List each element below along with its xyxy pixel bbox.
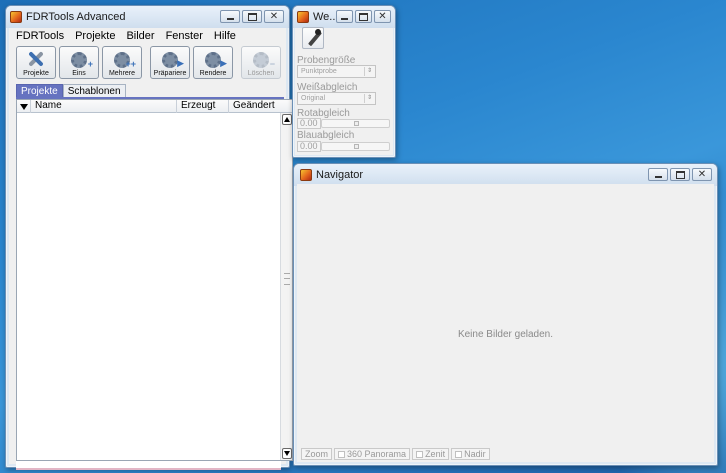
close-button[interactable]: ✕	[264, 10, 284, 23]
navigator-titlebar[interactable]: Navigator ✕	[294, 164, 717, 186]
gear-add-icon: +	[71, 52, 93, 69]
blauabgleich-field[interactable]: 0.00	[297, 141, 321, 152]
white-balance-window: We... ✕ Probengröße Punktprobe ⇕ Weißabgl…	[292, 5, 396, 158]
sort-column[interactable]	[17, 100, 31, 113]
wb-maximize-button[interactable]	[355, 10, 372, 23]
slider-thumb[interactable]	[354, 144, 359, 149]
arrow-up-icon	[284, 117, 290, 122]
status-strip	[16, 461, 281, 470]
wb-titlebar[interactable]: We... ✕	[293, 6, 395, 28]
checkbox-icon	[416, 450, 424, 458]
scroll-up-button[interactable]	[282, 114, 292, 125]
probengroesse-select[interactable]: Punktprobe ⇕	[297, 65, 376, 78]
gear-play-icon: ▶	[162, 52, 184, 68]
blauabgleich-label: Blauabgleich	[297, 130, 355, 141]
main-window: FDRTools Advanced ✕ FDRTools Projekte Bi…	[5, 5, 293, 470]
column-geaendert[interactable]: Geändert	[229, 100, 281, 113]
zenit-checkbox[interactable]: Zenit	[412, 448, 450, 460]
navigator-client: Keine Bilder geladen. Zoom 360 Panorama …	[297, 184, 714, 462]
spinner-icon: ⇕	[364, 94, 374, 103]
praepariere-button[interactable]: ▶ Präpariere	[150, 46, 190, 79]
menu-fenster[interactable]: Fenster	[166, 30, 203, 44]
navigator-maximize-button[interactable]	[670, 168, 690, 181]
menu-projekte[interactable]: Projekte	[75, 30, 115, 44]
maximize-button[interactable]	[242, 10, 262, 23]
checkbox-icon	[338, 450, 346, 458]
wb-app-icon	[297, 11, 309, 23]
rendere-button[interactable]: ▶ Rendere	[193, 46, 233, 79]
gear-multi-add-icon: ++	[114, 52, 136, 69]
navigator-app-icon	[300, 169, 312, 181]
projects-table[interactable]: Name Erzeugt Geändert	[16, 99, 293, 461]
eyedropper-button[interactable]	[302, 27, 324, 49]
fdrtools-app-icon	[10, 11, 22, 23]
rotabgleich-slider[interactable]	[321, 119, 390, 128]
navigator-title: Navigator	[316, 169, 364, 181]
arrow-down-icon	[284, 451, 290, 456]
navigator-options: Zoom 360 Panorama Zenit Nadir	[301, 448, 490, 460]
tab-schablonen[interactable]: Schablonen	[62, 84, 126, 98]
main-window-title: FDRTools Advanced	[26, 11, 126, 23]
navigator-close-button[interactable]: ✕	[692, 168, 712, 181]
toolbar: Projekte + Eins ++ Mehrere ▶ Präpariere …	[16, 46, 281, 79]
panorama-checkbox[interactable]: 360 Panorama	[334, 448, 411, 460]
table-header: Name Erzeugt Geändert	[17, 100, 292, 113]
gear-remove-icon: −	[253, 52, 275, 69]
sort-down-icon	[19, 103, 28, 110]
zoom-button[interactable]: Zoom	[301, 448, 333, 460]
loeschen-button[interactable]: − Löschen	[241, 46, 281, 79]
wb-close-button[interactable]: ✕	[374, 10, 391, 23]
checkbox-icon	[455, 450, 463, 458]
menu-bilder[interactable]: Bilder	[126, 30, 154, 44]
eins-button[interactable]: + Eins	[59, 46, 99, 79]
vertical-scrollbar[interactable]	[280, 113, 292, 460]
slider-thumb[interactable]	[354, 121, 359, 126]
wb-window-title: We...	[313, 11, 339, 23]
navigator-minimize-button[interactable]	[648, 168, 668, 181]
spinner-icon: ⇕	[364, 67, 374, 76]
menu-fdrtools[interactable]: FDRTools	[16, 30, 64, 44]
tab-strip: Projekte Schablonen	[16, 84, 126, 98]
column-name[interactable]: Name	[31, 100, 177, 113]
tab-projekte[interactable]: Projekte	[16, 84, 63, 98]
scroll-grip-icon	[284, 273, 290, 285]
projekte-button[interactable]: Projekte	[16, 46, 56, 79]
nadir-checkbox[interactable]: Nadir	[451, 448, 490, 460]
gear-render-icon: ▶	[205, 52, 227, 68]
navigator-window: Navigator ✕ Keine Bilder geladen. Zoom 3…	[293, 163, 718, 466]
menu-hilfe[interactable]: Hilfe	[214, 30, 236, 44]
minimize-button[interactable]	[220, 10, 240, 23]
menubar: FDRTools Projekte Bilder Fenster Hilfe	[12, 30, 236, 44]
wb-minimize-button[interactable]	[336, 10, 353, 23]
mehrere-button[interactable]: ++ Mehrere	[102, 46, 142, 79]
scroll-down-button[interactable]	[282, 448, 292, 459]
blauabgleich-slider[interactable]	[321, 142, 390, 151]
tools-icon	[26, 49, 46, 69]
main-titlebar[interactable]: FDRTools Advanced ✕	[6, 6, 289, 28]
column-erzeugt[interactable]: Erzeugt	[177, 100, 229, 113]
empty-message: Keine Bilder geladen.	[457, 329, 554, 340]
rotabgleich-field[interactable]: 0.00	[297, 118, 321, 129]
weissabgleich-select[interactable]: Original ⇕	[297, 92, 376, 105]
